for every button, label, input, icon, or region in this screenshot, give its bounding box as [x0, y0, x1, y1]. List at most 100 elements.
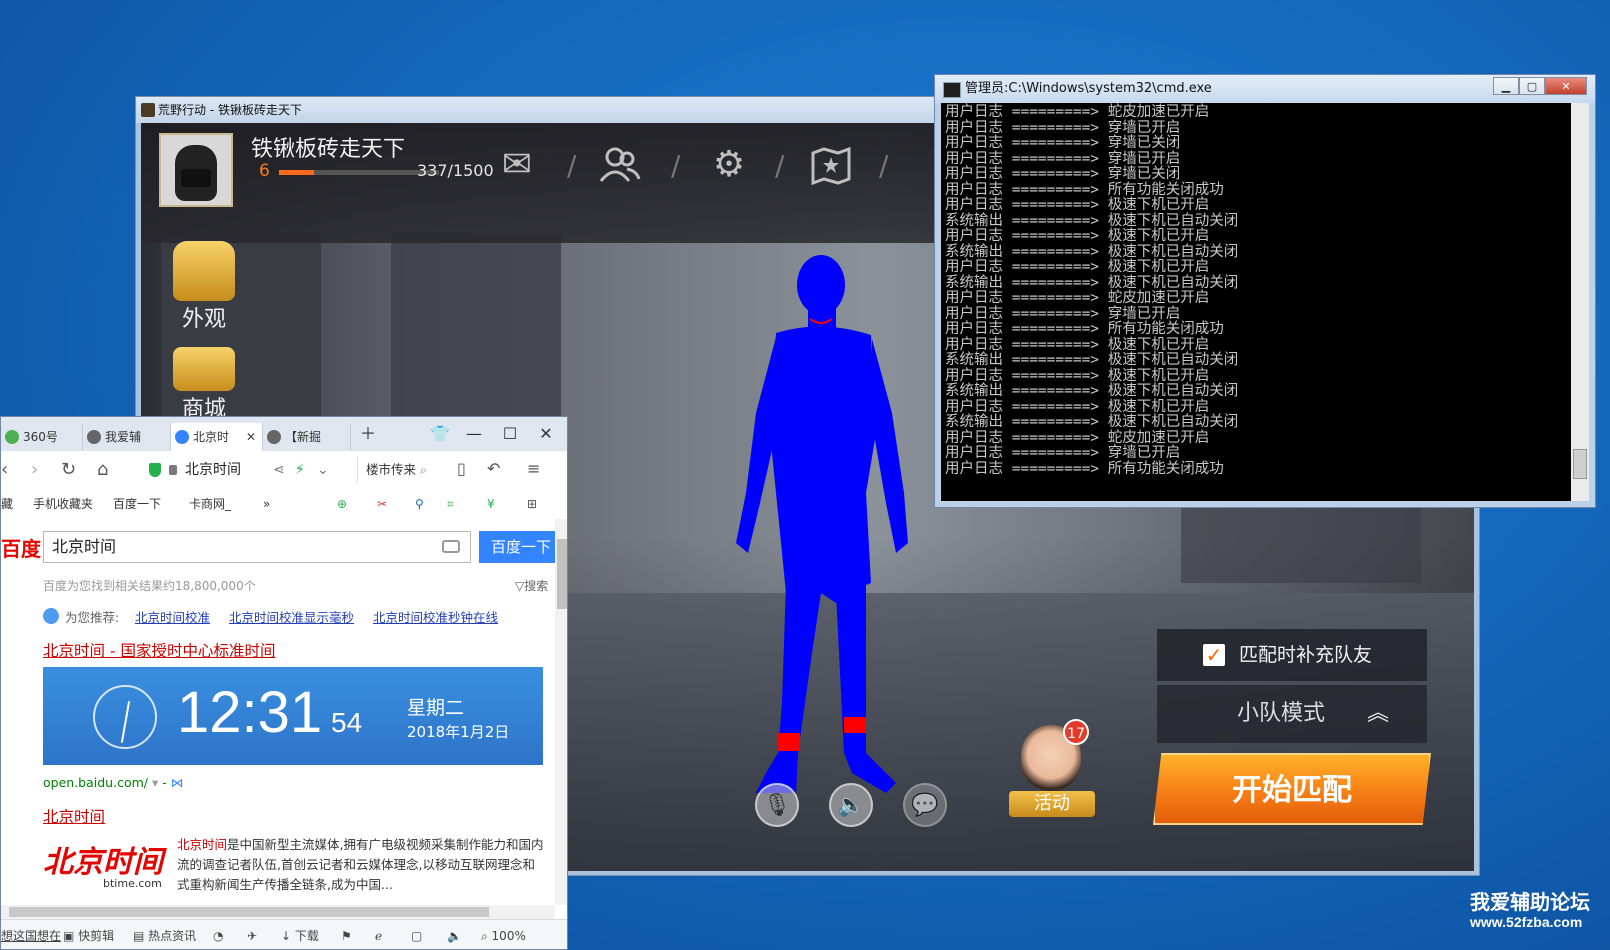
camera-icon[interactable]	[442, 540, 460, 553]
chevron-down-icon[interactable]: ⌄	[317, 457, 329, 483]
translate-icon[interactable]: ⊕	[337, 489, 347, 519]
tab-360[interactable]: 360号	[1, 423, 83, 451]
lock-icon	[169, 465, 177, 475]
lightning-icon[interactable]: ⚡	[295, 457, 305, 483]
tab-favicon	[267, 430, 281, 444]
status-label: 快剪辑	[78, 929, 115, 943]
status-bar: 想这国想在 ▣ 快剪辑 ▤ 热点资讯 ◔ ✈ ↓ 下载 ⚑ ℯ ▢ 🔈 ⌕ 10…	[1, 919, 567, 949]
tab-news[interactable]: 【新掘	[263, 423, 351, 451]
search-filter[interactable]: ▽搜索	[515, 577, 548, 594]
activity-button[interactable]: 17 活动	[1009, 715, 1095, 819]
cmd-console[interactable]: 用户日志 =========> 蛇皮加速已开启 用户日志 =========> 穿…	[941, 103, 1571, 501]
mode-selector[interactable]: 小队模式 ︽	[1157, 685, 1427, 743]
menu-icon[interactable]: ≡	[527, 459, 540, 478]
ie-icon[interactable]: ℯ	[375, 920, 382, 949]
side-item-appearance[interactable]: 外观	[169, 241, 239, 333]
exp-bar-fill	[279, 170, 315, 175]
fill-team-option[interactable]: ✓ 匹配时补充队友	[1157, 629, 1427, 681]
weekday: 星期二	[407, 697, 465, 719]
horizontal-scrollbar[interactable]	[1, 905, 555, 919]
scroll-thumb[interactable]	[557, 539, 567, 609]
btime-logo-sub: btime.com	[103, 877, 162, 890]
minimize-button[interactable]: ▁	[1493, 77, 1519, 95]
gamepad-icon[interactable]: ⌗	[447, 489, 454, 519]
scroll-thumb[interactable]	[9, 907, 489, 917]
home-icon[interactable]: ⌂	[97, 459, 108, 480]
status-item[interactable]: ▤ 热点资讯	[133, 920, 196, 949]
undo-icon[interactable]: ↶	[487, 459, 500, 478]
volume-icon[interactable]: 🔈	[447, 920, 462, 949]
shirt-icon[interactable]: 👕	[425, 423, 455, 445]
start-match-button[interactable]: 开始匹配	[1153, 753, 1431, 825]
new-tab-icon[interactable]: ＋	[353, 423, 383, 445]
friends-icon[interactable]	[597, 143, 641, 187]
recommend-link[interactable]: 北京时间校准	[135, 607, 210, 626]
cmd-line: 用户日志 =========> 所有功能关闭成功	[945, 460, 1224, 477]
microphone-icon[interactable]: 🎙	[755, 783, 799, 827]
maximize-button[interactable]: ▢	[1519, 77, 1545, 95]
tab-52fzba[interactable]: 我爱辅	[83, 423, 171, 451]
bookmark-more[interactable]: »	[263, 489, 270, 519]
baidu-logo[interactable]: 百度	[1, 533, 41, 562]
bookmark-item[interactable]: 卡商网_	[189, 489, 231, 519]
money-icon[interactable]: ¥	[487, 489, 495, 519]
dropdown-icon[interactable]: ▾	[152, 775, 162, 790]
reader-icon[interactable]: ▯	[457, 459, 466, 478]
tab-label: 我爱辅	[105, 430, 142, 444]
desc-highlight: 北京时间	[177, 837, 228, 852]
cmd-scroll-thumb[interactable]	[1573, 449, 1587, 479]
tab-beijing-time[interactable]: 北京时 ✕	[171, 423, 263, 451]
bookmark-item[interactable]: 百度一下	[113, 489, 161, 519]
chat-icon[interactable]: 💬	[903, 783, 947, 827]
apps-icon[interactable]: ⊞	[527, 489, 537, 519]
status-item[interactable]: ▣ 快剪辑	[63, 920, 115, 949]
avatar[interactable]	[159, 133, 233, 207]
cmd-scrollbar[interactable]	[1571, 103, 1589, 501]
scissors-icon[interactable]: ✂	[377, 489, 387, 519]
maximize-button[interactable]: ☐	[495, 423, 525, 445]
mail-icon[interactable]: ✉	[495, 143, 539, 187]
side-item-shop[interactable]: 商城	[169, 347, 239, 423]
flag-icon[interactable]: ⚑	[341, 920, 352, 949]
player-level: 6	[259, 161, 270, 181]
pin-icon[interactable]: ✈	[247, 920, 257, 949]
news-icon: ▤	[133, 929, 149, 943]
tab-close-icon[interactable]: ✕	[246, 423, 256, 451]
cmd-line: 用户日志 =========> 极速下机已开启	[945, 259, 1210, 275]
search-icon[interactable]: ⚲	[415, 489, 424, 519]
bookmark-item[interactable]: 藏	[1, 489, 13, 519]
forward-icon[interactable]: ›	[31, 459, 38, 480]
nav-search-box[interactable]: 楼市传来 ⌕	[357, 457, 449, 483]
map-icon[interactable]	[809, 143, 853, 187]
back-icon[interactable]: ‹	[1, 459, 8, 480]
recommend-link[interactable]: 北京时间校准显示毫秒	[229, 607, 354, 626]
search-input[interactable]: 北京时间	[43, 531, 471, 563]
result-title[interactable]: 北京时间	[43, 805, 105, 827]
search-query: 北京时间	[52, 537, 117, 556]
address-bar[interactable]: 北京时间 ⋖ ⚡ ⌄	[141, 457, 351, 483]
status-item[interactable]: 想这国想在	[1, 920, 61, 949]
zoom-control[interactable]: ⌕ 100%	[481, 920, 526, 949]
scissors-icon: ▣	[63, 929, 79, 943]
window-icon[interactable]: ▢	[411, 920, 422, 949]
close-button[interactable]: ✕	[531, 423, 561, 445]
gear-icon[interactable]: ⚙	[707, 143, 751, 187]
share-icon[interactable]: ⋖	[273, 457, 285, 483]
time-card: 12:31 54 星期二 2018年1月2日	[43, 667, 543, 765]
minimize-button[interactable]: —	[459, 423, 489, 445]
bookmark-item[interactable]: 手机收藏夹	[33, 489, 93, 519]
vertical-scrollbar[interactable]	[555, 519, 567, 905]
search-icon[interactable]: ⌕	[420, 462, 427, 477]
recommend-link[interactable]: 北京时间校准秒钟在线	[373, 607, 498, 626]
fill-team-label: 匹配时补充队友	[1239, 644, 1373, 666]
close-button[interactable]: ✕	[1545, 77, 1587, 95]
result-url[interactable]: open.baidu.com/ ▾ - ⋈	[43, 775, 183, 790]
btime-logo[interactable]: 北京时间 btime.com	[43, 837, 163, 897]
speaker-icon[interactable]: 🔈	[829, 783, 873, 827]
result-title[interactable]: 北京时间 - 国家授时中心标准时间	[43, 639, 275, 661]
search-button[interactable]: 百度一下	[479, 531, 555, 563]
status-item[interactable]: ↓ 下载	[281, 920, 319, 949]
speed-icon[interactable]: ◔	[213, 920, 223, 949]
checkbox-checked-icon[interactable]: ✓	[1203, 644, 1225, 666]
refresh-icon[interactable]: ↻	[61, 459, 76, 480]
